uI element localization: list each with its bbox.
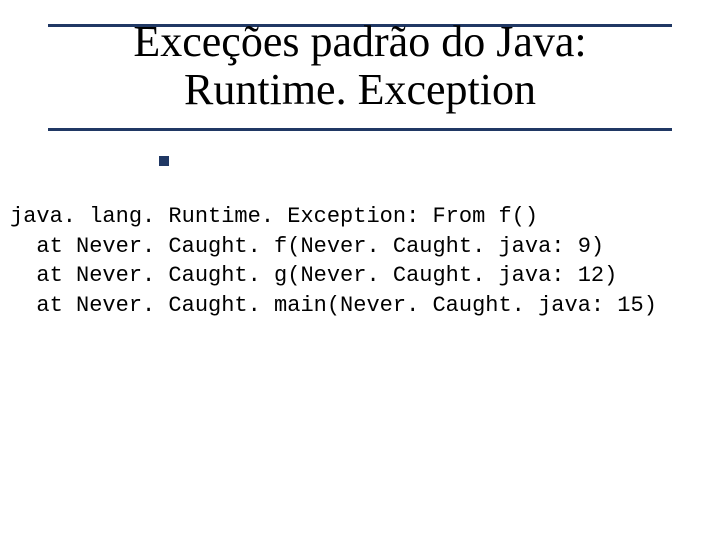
trace-line-3: at Never. Caught. g(Never. Caught. java:… (10, 263, 617, 288)
trace-line-2: at Never. Caught. f(Never. Caught. java:… (10, 234, 604, 259)
trace-line-4: at Never. Caught. main(Never. Caught. ja… (10, 293, 657, 318)
slide: Exceções padrão do Java: Runtime. Except… (0, 0, 720, 540)
title-rule-bottom (48, 128, 672, 131)
title-block: Exceções padrão do Java: Runtime. Except… (90, 18, 630, 113)
title-line-2: Runtime. Exception (90, 66, 630, 114)
stack-trace: java. lang. Runtime. Exception: From f()… (10, 202, 700, 321)
bullet-marker (159, 156, 169, 166)
trace-line-1: java. lang. Runtime. Exception: From f() (10, 204, 538, 229)
title-line-1: Exceções padrão do Java: (90, 18, 630, 66)
